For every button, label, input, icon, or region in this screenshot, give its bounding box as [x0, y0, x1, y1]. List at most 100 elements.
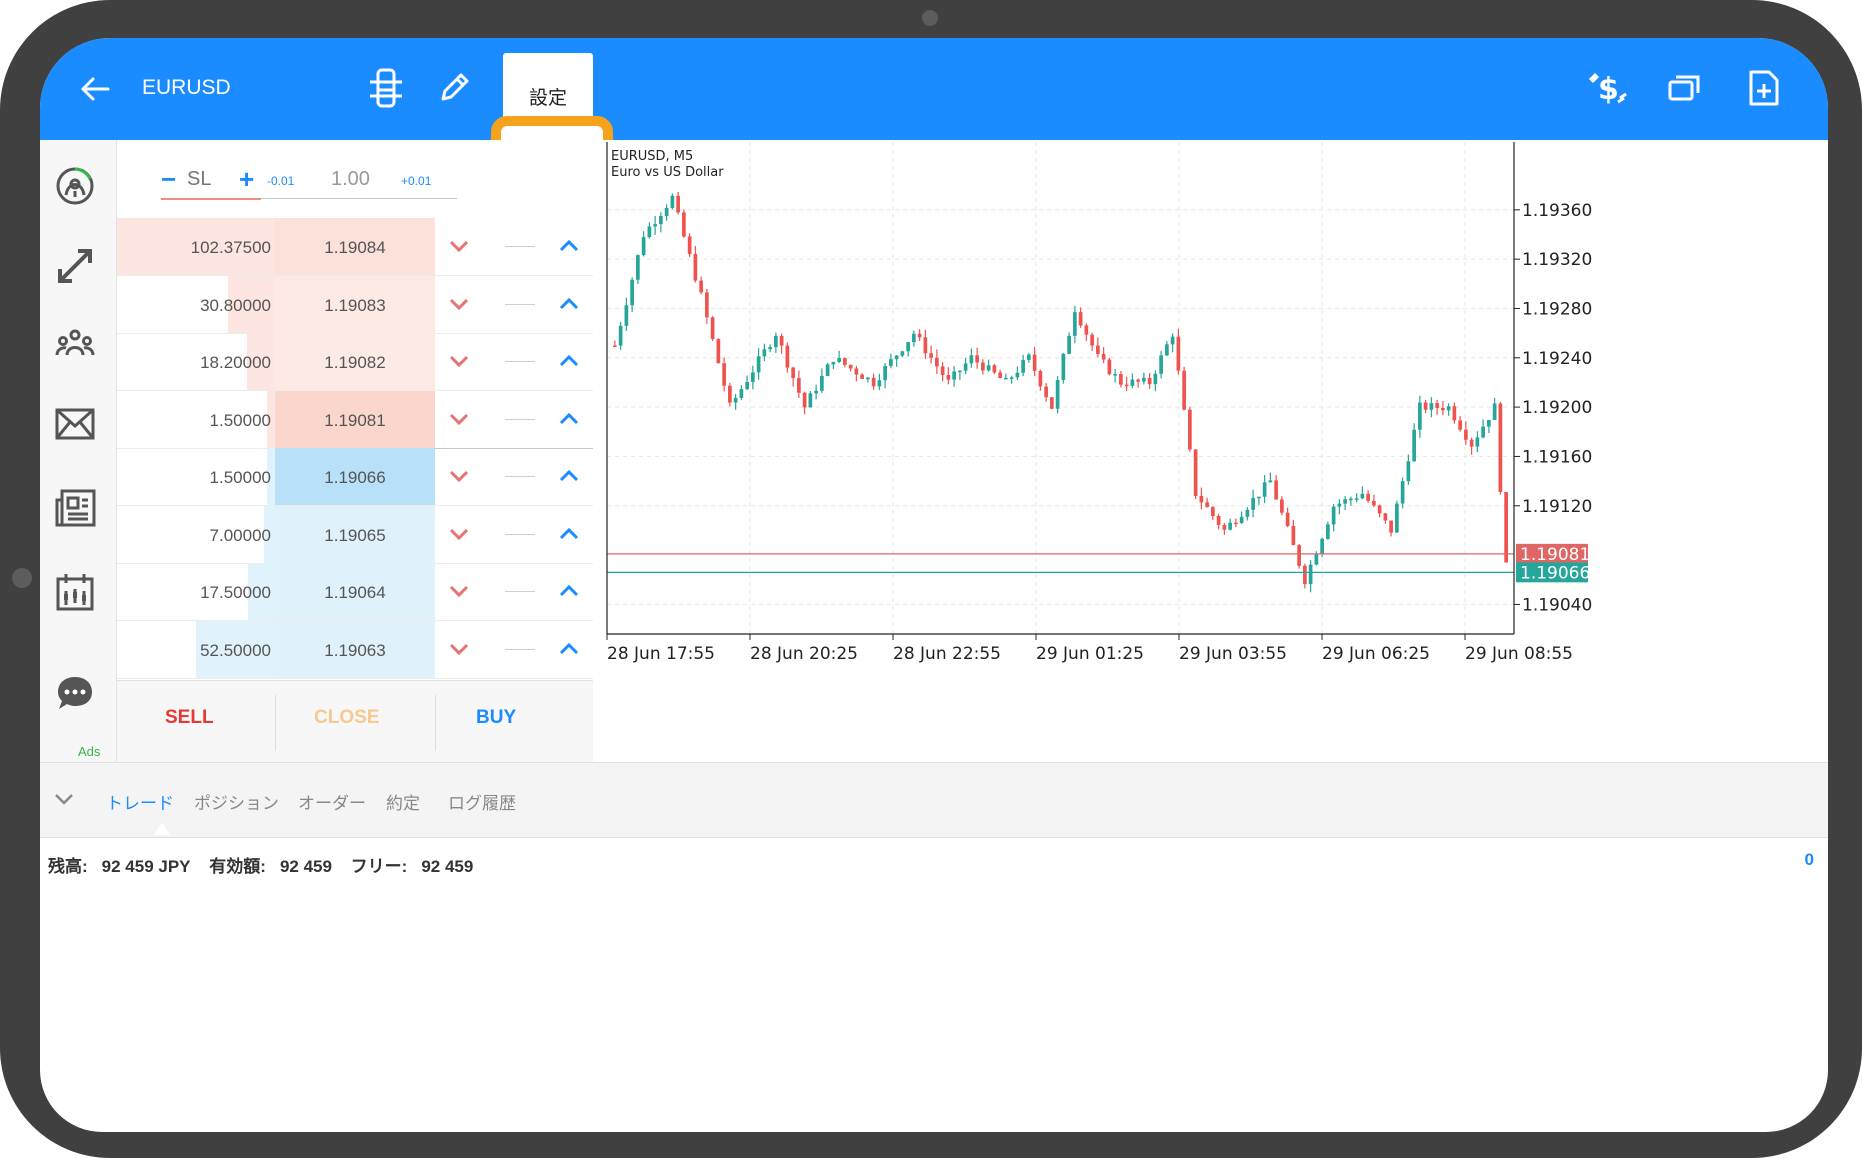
sell-limit-chevron-icon[interactable] [447, 579, 471, 603]
candle-body [728, 385, 732, 403]
currency-exchange-icon[interactable]: $ [1586, 66, 1630, 110]
candle-body [664, 207, 669, 217]
tab-positions[interactable]: ポジション [194, 789, 279, 814]
calendar-ads-icon[interactable] [46, 564, 104, 620]
candle-body [912, 333, 916, 343]
ask-row: 1.50000 1.19081 [117, 390, 593, 449]
dom-price: 1.19082 [324, 353, 386, 372]
volume-decrease-button[interactable]: -0.01 [267, 174, 294, 188]
new-order-icon[interactable] [1742, 66, 1786, 110]
buy-button[interactable]: BUY [476, 707, 516, 729]
price-chart[interactable]: 1.19360 1.19320 1.19280 1.19240 1.19200 1.191… [593, 140, 1828, 762]
sl-label: SL [187, 168, 212, 190]
sl-minus-button[interactable]: − [161, 164, 176, 195]
candle-body [1406, 461, 1411, 482]
candle-body [1107, 359, 1112, 375]
sell-limit-chevron-icon[interactable] [447, 292, 471, 316]
dom-volume: 102.37500 [190, 238, 271, 257]
candle-body [820, 375, 824, 391]
buy-limit-chevron-icon[interactable] [557, 522, 581, 546]
candle-body [1498, 403, 1503, 493]
quotes-icon[interactable] [46, 158, 104, 214]
candle-body [906, 342, 910, 352]
bid-row: 52.50000 1.19063 [117, 620, 593, 679]
candle-body [1147, 377, 1152, 385]
candle-body [981, 362, 985, 371]
buy-limit-chevron-icon[interactable] [557, 349, 581, 373]
dom-price: 1.19064 [324, 583, 386, 602]
windows-icon[interactable] [1662, 66, 1706, 110]
close-button[interactable]: CLOSE [314, 707, 379, 729]
dom-dash [505, 533, 535, 535]
candle-body [1205, 502, 1209, 508]
candle-body [1199, 495, 1204, 503]
candle-body [676, 195, 680, 213]
sl-plus-button[interactable]: + [239, 164, 254, 195]
x-tick-label: 29 Jun 01:25 [1036, 644, 1144, 664]
community-icon[interactable] [46, 316, 104, 372]
candle-body [624, 305, 629, 326]
volume-increase-button[interactable]: +0.01 [401, 174, 431, 188]
volume-input[interactable]: 1.00 [331, 168, 370, 191]
sell-limit-chevron-icon[interactable] [447, 234, 471, 258]
candle-body [1377, 505, 1382, 514]
buy-limit-chevron-icon[interactable] [557, 407, 581, 431]
candle-body [1389, 520, 1393, 533]
chart-title: EURUSD, M5 [611, 149, 693, 164]
candle-body [1395, 503, 1399, 533]
candle-body [1366, 493, 1370, 501]
tab-deals[interactable]: 約定 [386, 789, 420, 814]
sl-control: − SL + [161, 164, 261, 200]
sell-limit-chevron-icon[interactable] [447, 637, 471, 661]
news-icon[interactable] [46, 480, 104, 536]
one-click-trading-icon[interactable] [364, 66, 408, 110]
candle-body [1078, 312, 1083, 326]
buy-limit-chevron-icon[interactable] [557, 292, 581, 316]
buy-limit-chevron-icon[interactable] [557, 579, 581, 603]
back-arrow-icon[interactable] [78, 72, 112, 106]
candle-body [653, 224, 657, 227]
candle-body [722, 363, 726, 386]
candle-body [1360, 493, 1365, 499]
tab-orders[interactable]: オーダー [298, 789, 366, 814]
candle-body [866, 377, 870, 380]
chevron-down-icon[interactable] [54, 791, 74, 807]
candle-body [1475, 437, 1480, 447]
candle-body [1009, 377, 1014, 379]
tab-journal[interactable]: ログ履歴 [448, 789, 516, 814]
candle-body [641, 237, 646, 256]
symbol-title[interactable]: EURUSD [142, 76, 231, 100]
buy-limit-chevron-icon[interactable] [557, 464, 581, 488]
sell-limit-chevron-icon[interactable] [447, 349, 471, 373]
candle-body [751, 372, 755, 382]
sell-button[interactable]: SELL [165, 707, 214, 729]
candle-body [1251, 497, 1255, 510]
candle-body [1021, 359, 1025, 373]
tab-trade[interactable]: トレード [106, 789, 174, 814]
sell-limit-chevron-icon[interactable] [447, 407, 471, 431]
candle-body [1153, 373, 1158, 385]
buy-limit-chevron-icon[interactable] [557, 234, 581, 258]
candle-body [1090, 334, 1094, 346]
pencil-icon[interactable] [432, 66, 476, 110]
chat-icon[interactable] [46, 666, 104, 722]
dom-price: 1.19066 [324, 468, 386, 487]
dom-volume: 1.50000 [209, 410, 271, 430]
bid-price-label: 1.19066 [1520, 563, 1590, 583]
bid-row: 7.00000 1.19065 [117, 505, 593, 564]
x-tick-label: 29 Jun 03:55 [1179, 644, 1287, 664]
active-tab-indicator [154, 823, 170, 835]
trade-arrows-icon[interactable] [46, 238, 104, 294]
sell-limit-chevron-icon[interactable] [447, 464, 471, 488]
mail-icon[interactable] [46, 396, 104, 452]
candle-body [1216, 515, 1221, 525]
candle-body [986, 365, 991, 371]
candle-body [1446, 406, 1451, 411]
buy-limit-chevron-icon[interactable] [557, 637, 581, 661]
candle-body [733, 397, 738, 403]
sell-limit-chevron-icon[interactable] [447, 522, 471, 546]
y-tick-label: 1.19280 [1522, 299, 1592, 319]
camera-dot [922, 10, 938, 26]
ask-price-label: 1.19081 [1520, 545, 1590, 565]
top-bar: EURUSD $ [40, 38, 1828, 140]
